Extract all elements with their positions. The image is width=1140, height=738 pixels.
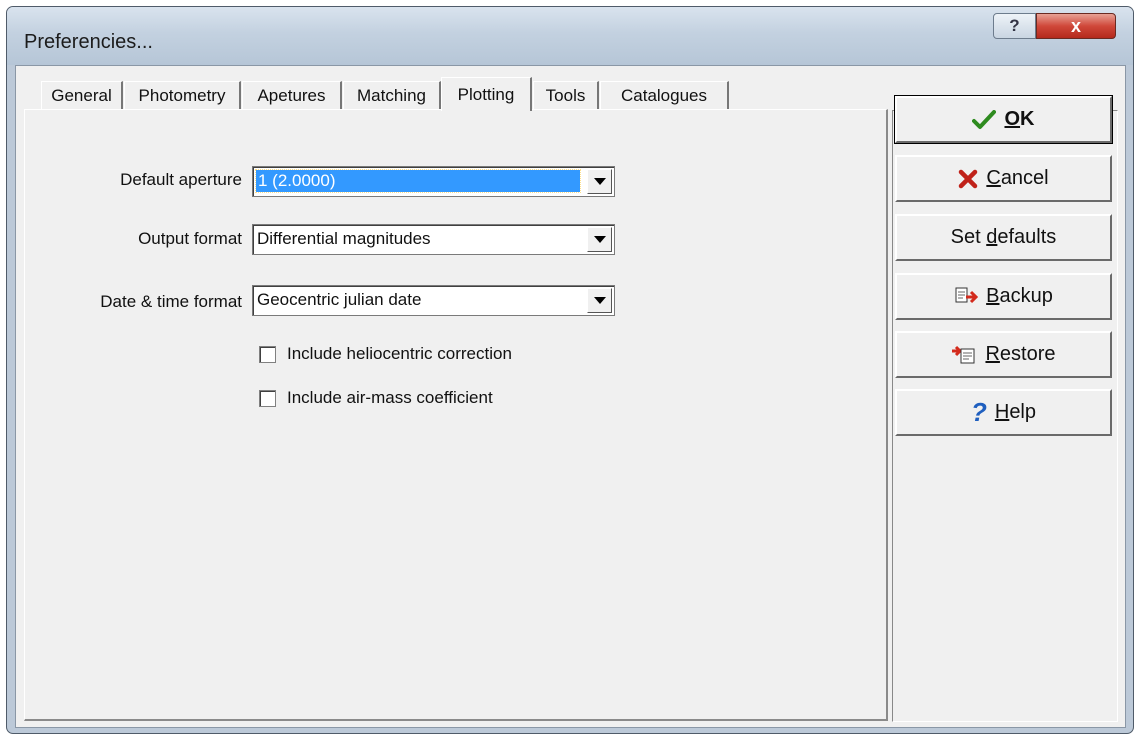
cancel-label-key: C <box>986 167 1001 189</box>
backup-label-post: ackup <box>999 285 1053 307</box>
default-aperture-value: 1 (2.0000) <box>255 169 581 193</box>
tab-label: General <box>51 85 112 105</box>
heliocentric-checkbox[interactable] <box>259 345 276 363</box>
airmass-checkbox[interactable] <box>259 389 276 407</box>
x-icon <box>958 169 978 189</box>
set-defaults-label-key: d <box>986 226 998 248</box>
output-format-label: Output format <box>138 229 242 248</box>
tab-label: Plotting <box>457 84 515 104</box>
help-label-key: H <box>994 401 1010 423</box>
check-icon <box>972 109 997 130</box>
default-aperture-select[interactable]: 1 (2.0000) <box>252 166 615 197</box>
close-icon: x <box>1070 15 1081 36</box>
set-defaults-label-post: efaults <box>997 226 1057 248</box>
help-button[interactable]: ? Help <box>895 389 1112 436</box>
cancel-label-post: ancel <box>1000 167 1049 189</box>
ok-label-key: O <box>1004 108 1021 130</box>
window-title: Preferencies... <box>24 31 153 53</box>
restore-button[interactable]: Restore <box>895 331 1112 378</box>
restore-label-key: R <box>985 343 1000 365</box>
ok-label-post: K <box>1020 108 1035 130</box>
set-defaults-label-pre: Set <box>950 226 987 248</box>
date-time-format-value: Geocentric julian date <box>257 290 422 309</box>
airmass-label: Include air-mass coefficient <box>287 388 493 407</box>
tab-catalogues[interactable]: Catalogues <box>600 81 729 109</box>
backup-icon <box>954 287 979 307</box>
cancel-button[interactable]: Cancel <box>895 155 1112 202</box>
dropdown-arrow-icon[interactable] <box>587 227 612 252</box>
output-format-select[interactable]: Differential magnitudes <box>252 224 615 255</box>
heliocentric-correction-option[interactable]: Include heliocentric correction <box>259 344 512 364</box>
tab-label: Apetures <box>257 85 326 105</box>
help-label-post: elp <box>1009 401 1037 423</box>
backup-button[interactable]: Backup <box>895 273 1112 320</box>
backup-label-key: B <box>986 285 1000 307</box>
help-glyph: ? <box>1009 16 1020 35</box>
tab-plotting[interactable]: Plotting <box>441 77 532 111</box>
set-defaults-button[interactable]: Set defaults <box>895 214 1112 261</box>
restore-icon <box>951 345 977 365</box>
restore-label-post: estore <box>999 343 1056 365</box>
default-aperture-label: Default aperture <box>120 170 242 189</box>
tab-label: Photometry <box>138 85 226 105</box>
close-button[interactable]: x <box>1036 13 1116 39</box>
dropdown-arrow-icon[interactable] <box>587 288 612 313</box>
tab-label: Tools <box>545 85 586 105</box>
ok-button[interactable]: OK <box>894 95 1113 144</box>
tab-apetures[interactable]: Apetures <box>242 81 342 109</box>
output-format-value: Differential magnitudes <box>257 229 431 248</box>
date-time-format-select[interactable]: Geocentric julian date <box>252 285 615 316</box>
title-bar[interactable]: Preferencies... ? x <box>7 7 1133 65</box>
tab-label: Matching <box>357 85 426 105</box>
tab-matching[interactable]: Matching <box>343 81 441 109</box>
airmass-coefficient-option[interactable]: Include air-mass coefficient <box>259 388 493 408</box>
tab-tools[interactable]: Tools <box>533 81 599 109</box>
heliocentric-label: Include heliocentric correction <box>287 344 512 363</box>
plotting-tab-panel <box>24 109 888 721</box>
tab-label: Catalogues <box>620 85 707 105</box>
question-icon: ? <box>970 397 987 427</box>
dropdown-arrow-icon[interactable] <box>587 169 612 194</box>
date-time-format-label: Date & time format <box>100 292 242 311</box>
tab-photometry[interactable]: Photometry <box>124 81 241 109</box>
tab-general[interactable]: General <box>41 81 123 109</box>
title-help-button[interactable]: ? <box>993 13 1036 39</box>
